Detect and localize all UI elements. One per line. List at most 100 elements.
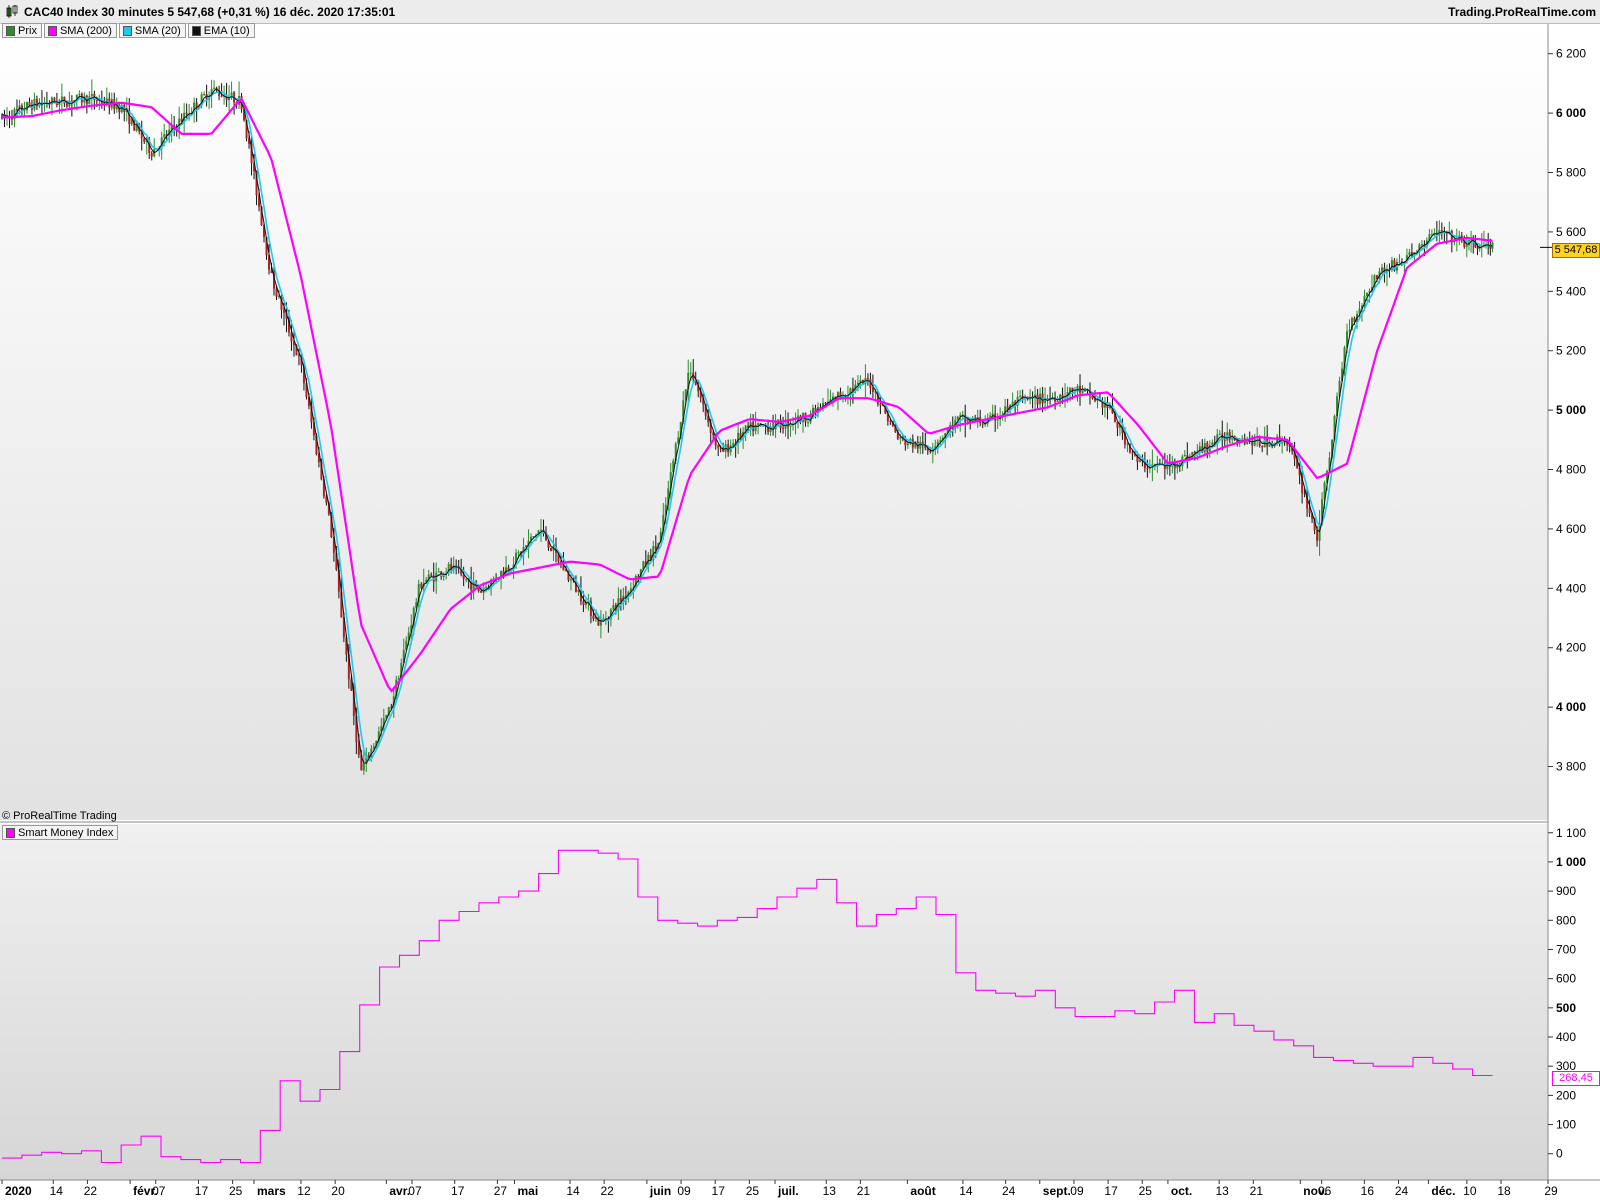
price-bar-body [1318, 524, 1321, 541]
legend-item-ema10[interactable]: EMA (10) [187, 23, 255, 38]
price-bar-body [480, 590, 483, 593]
price-bar-body [185, 112, 188, 115]
price-bar-body [879, 403, 882, 406]
x-tick-label: 13 [823, 1184, 837, 1198]
price-bar-body [1476, 247, 1479, 249]
price-bar-body [1316, 530, 1319, 541]
x-tick-label: 21 [857, 1184, 871, 1198]
y-tick-label: 6 000 [1556, 106, 1586, 120]
y-tick-label: 1 100 [1556, 826, 1586, 840]
legend-swatch [6, 827, 15, 838]
legend-swatch [191, 25, 201, 36]
price-bar-body [437, 571, 440, 573]
price-bar-body [956, 416, 959, 420]
price-bar-body [430, 574, 433, 576]
candlestick-icon [6, 5, 18, 18]
price-bar-body [1183, 454, 1186, 457]
y-tick-label: 5 000 [1556, 403, 1586, 417]
price-bar-body [25, 102, 28, 111]
price-bar-body [65, 103, 68, 107]
price-bar-body [782, 428, 785, 430]
x-tick-label: 07 [152, 1184, 166, 1198]
price-bar-body [899, 437, 902, 439]
x-tick-label: sept. [1043, 1184, 1071, 1198]
price-bar-body [1126, 443, 1129, 445]
price-bar-body [582, 601, 585, 605]
x-tick-label: 22 [84, 1184, 98, 1198]
price-bar-body [143, 138, 146, 142]
price-bar-body [540, 529, 543, 531]
price-bar-body [654, 546, 657, 549]
price-bar-body [757, 423, 760, 426]
chart-window: 3 800 4 000 4 200 4 400 4 600 4 800 5 000 5 200… [0, 0, 1600, 1200]
price-bar-body [889, 421, 892, 423]
y-tick-label: 3 800 [1556, 760, 1586, 774]
x-tick-label: 2020 [5, 1184, 32, 1198]
price-bar-body [1146, 468, 1149, 470]
legend-item-smart-money-index[interactable]: Smart Money Index [2, 825, 119, 840]
price-bar-body [777, 419, 780, 421]
x-tick-label: avr. [389, 1184, 410, 1198]
x-tick-label: 17 [451, 1184, 465, 1198]
y-tick-label: 5 400 [1556, 284, 1586, 298]
price-bar-body [15, 109, 18, 111]
x-tick-label: 12 [297, 1184, 311, 1198]
legend-item-sma200[interactable]: SMA (200) [43, 23, 117, 38]
y-tick-label: 0 [1556, 1147, 1563, 1161]
legend-label: SMA (20) [134, 24, 181, 37]
price-bar-body [1420, 244, 1423, 246]
x-tick-label: 17 [1104, 1184, 1118, 1198]
x-tick-label: 17 [195, 1184, 209, 1198]
price-bar-body [1348, 329, 1351, 332]
price-bar-body [717, 445, 720, 448]
price-bar-body [1019, 395, 1022, 397]
price-bar-body [1440, 230, 1443, 232]
price-bar-body [866, 378, 869, 380]
x-tick-label: 14 [50, 1184, 64, 1198]
price-bar-body [1044, 400, 1047, 404]
price-legend: Prix SMA (200) SMA (20) EMA (10) [2, 23, 257, 38]
price-bar-body [689, 372, 692, 374]
legend-label: Smart Money Index [18, 826, 114, 839]
price-bar-body [275, 288, 278, 297]
price-bar-body [203, 94, 206, 96]
y-tick-label: 4 600 [1556, 522, 1586, 536]
x-tick-label: 09 [677, 1184, 691, 1198]
legend-swatch [47, 25, 57, 36]
price-bar-body [1138, 460, 1141, 462]
y-tick-label: 5 800 [1556, 166, 1586, 180]
price-bar-body [507, 567, 510, 571]
x-tick-label: 18 [1497, 1184, 1511, 1198]
chart-canvas[interactable]: 3 800 4 000 4 200 4 400 4 600 4 800 5 000 5 200… [0, 0, 1600, 1200]
x-tick-label: 24 [1395, 1184, 1409, 1198]
y-tick-label: 400 [1556, 1030, 1576, 1044]
legend-item-sma20[interactable]: SMA (20) [118, 23, 186, 38]
x-tick-label: août [910, 1184, 935, 1198]
x-tick-label: 13 [1215, 1184, 1229, 1198]
copyright-label: © ProRealTime Trading [2, 810, 117, 822]
x-tick-label: juin [649, 1184, 671, 1198]
x-tick-label: 17 [712, 1184, 726, 1198]
price-bar-body [90, 94, 93, 97]
price-bar-body [362, 763, 365, 771]
y-tick-label: 100 [1556, 1118, 1576, 1132]
x-tick-label: 10 [1463, 1184, 1477, 1198]
legend-item-prix[interactable]: Prix [2, 23, 42, 38]
price-bar-body [78, 93, 81, 95]
price-bar-body [1211, 442, 1214, 446]
x-tick-label: 14 [566, 1184, 580, 1198]
legend-label: Prix [18, 24, 37, 37]
price-bar-body [929, 450, 932, 453]
x-tick-label: 09 [1070, 1184, 1084, 1198]
y-tick-label: 5 600 [1556, 225, 1586, 239]
y-tick-label: 4 000 [1556, 700, 1586, 714]
price-bar-body [1430, 233, 1433, 235]
price-bar-body [1056, 400, 1059, 402]
price-bar-body [919, 441, 922, 449]
price-bar-body [1465, 245, 1468, 247]
price-bar-body [569, 579, 572, 581]
last-smi-tag: 268,45 [1552, 1071, 1600, 1086]
price-bar-body [150, 152, 153, 157]
y-tick-label: 5 200 [1556, 344, 1586, 358]
price-bar-body [1206, 442, 1209, 452]
